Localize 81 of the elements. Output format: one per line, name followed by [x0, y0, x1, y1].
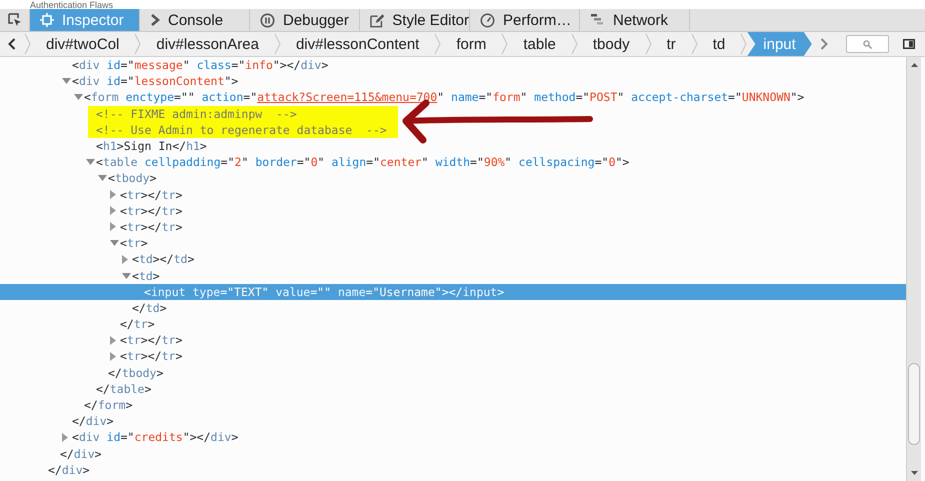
twisty-collapsed-icon[interactable]: [110, 206, 116, 216]
code-line: <form enctype="" action="attack?Screen=115&menu=700" name="form" method="POST" accept-charset="UNKNOWN">: [84, 89, 804, 106]
twisty-expanded-icon[interactable]: [98, 175, 107, 182]
code-line: </td>: [132, 300, 167, 316]
code-line: <div id="lessonContent">: [72, 73, 238, 90]
tree-row[interactable]: <div id="lessonContent">: [0, 73, 906, 90]
tree-row[interactable]: <h1>Sign In</h1>: [0, 138, 906, 154]
code-line: </div>: [48, 462, 90, 478]
twisty-collapsed-icon[interactable]: [62, 432, 68, 442]
search-field[interactable]: [846, 35, 889, 53]
chevron-right-icon: [820, 38, 828, 50]
breadcrumb-item[interactable]: table: [508, 32, 571, 56]
pause-icon: [260, 12, 275, 28]
tree-row[interactable]: <tr></tr>: [0, 202, 906, 219]
breadcrumb-item[interactable]: form: [441, 32, 502, 56]
twisty-collapsed-icon[interactable]: [122, 254, 128, 264]
tree-row[interactable]: <tbody>: [0, 170, 906, 186]
code-line: </tr>: [120, 316, 155, 332]
code-line: <tr></tr>: [120, 348, 182, 364]
code-line: </form>: [84, 397, 132, 414]
code-line: <tr>: [120, 235, 148, 252]
twisty-expanded-icon[interactable]: [86, 159, 95, 166]
code-line: <input type="TEXT" value="" name="Username"></input>: [144, 284, 504, 300]
page-heading: Authentication Flaws: [30, 0, 114, 9]
breadcrumb-item[interactable]: div#twoCol: [31, 32, 134, 56]
twisty-collapsed-icon[interactable]: [110, 352, 116, 361]
search-icon: [862, 40, 872, 48]
frame-icon: [40, 13, 54, 27]
code-line: </div>: [72, 413, 114, 430]
code-line: <div id="credits"></div>: [72, 429, 238, 446]
breadcrumb-item[interactable]: div#lessonContent: [280, 32, 434, 56]
code-line: <td></td>: [132, 251, 194, 268]
code-line: <td>: [132, 268, 160, 284]
twisty-collapsed-icon[interactable]: [110, 222, 116, 232]
tree-row[interactable]: <tr></tr>: [0, 186, 906, 203]
twisty-expanded-icon[interactable]: [62, 78, 71, 84]
code-line: <table cellpadding="2" border="0" align="center" width="90%" cellspacing="0">: [96, 154, 630, 170]
code-line: </table>: [96, 380, 152, 397]
tree-row[interactable]: <form enctype="" action="attack?Screen=115&menu=700" name="form" method="POST" accept-charset="UNKNOWN">: [0, 89, 906, 106]
twisty-collapsed-icon[interactable]: [110, 336, 116, 345]
code-line: <div id="message" class="info"></div>: [72, 57, 328, 74]
code-line: <tr></tr>: [120, 218, 182, 235]
chevron-icon: [150, 13, 160, 27]
twisty-collapsed-icon[interactable]: [110, 190, 116, 200]
tree-row[interactable]: <div id="message" class="info"></div>: [0, 57, 906, 74]
code-comment: <!-- FIXME admin:adminpw -->: [88, 106, 398, 122]
twisty-expanded-icon[interactable]: [110, 240, 119, 246]
twisty-expanded-icon[interactable]: [74, 94, 83, 100]
tree-row[interactable]: <!-- Use Admin to regenerate database -->: [0, 122, 906, 138]
tree-row[interactable]: <tr></tr>: [0, 348, 906, 365]
code-line: <tbody>: [108, 170, 156, 186]
scroll-down-icon[interactable]: [910, 471, 918, 475]
breadcrumb-item[interactable]: td: [698, 32, 740, 56]
code-line: </tbody>: [108, 364, 164, 381]
code-line: <h1>Sign In</h1>: [96, 138, 207, 154]
side-panel-icon: [903, 39, 915, 49]
code-line: </div>: [60, 446, 102, 462]
breadcrumb-item[interactable]: div#lessonArea: [141, 32, 274, 56]
toggle-pane-button[interactable]: [901, 37, 917, 51]
tree-row[interactable]: <tr>: [0, 235, 906, 252]
tree-row[interactable]: <td>: [0, 267, 906, 284]
code-line: <tr></tr>: [120, 186, 182, 203]
cursor-icon: [8, 13, 22, 27]
code-line: <tr></tr>: [120, 332, 182, 348]
tree-row[interactable]: <tr></tr>: [0, 332, 906, 348]
tree-row[interactable]: <tr></tr>: [0, 218, 906, 236]
tree-row[interactable]: <div id="credits"></div>: [0, 429, 906, 446]
breadcrumb-item[interactable]: tbody: [578, 32, 645, 56]
gauge-icon: [480, 12, 495, 28]
code-line: <tr></tr>: [120, 202, 182, 219]
waterfall-icon: [590, 13, 605, 27]
scrollbar-thumb[interactable]: [908, 363, 920, 445]
twisty-expanded-icon[interactable]: [122, 272, 131, 279]
tree-row[interactable]: <!-- FIXME admin:adminpw -->: [0, 106, 906, 122]
scroll-up-icon[interactable]: [910, 63, 918, 67]
breadcrumb-item[interactable]: tr: [652, 32, 691, 56]
code-comment: <!-- Use Admin to regenerate database -->: [88, 122, 398, 138]
pencil-icon: [370, 12, 384, 28]
tree-row[interactable]: <td></td>: [0, 251, 906, 268]
chevron-left-icon: [8, 38, 16, 50]
tree-row[interactable]: <table cellpadding="2" border="0" align="center" width="90%" cellspacing="0">: [0, 154, 906, 170]
